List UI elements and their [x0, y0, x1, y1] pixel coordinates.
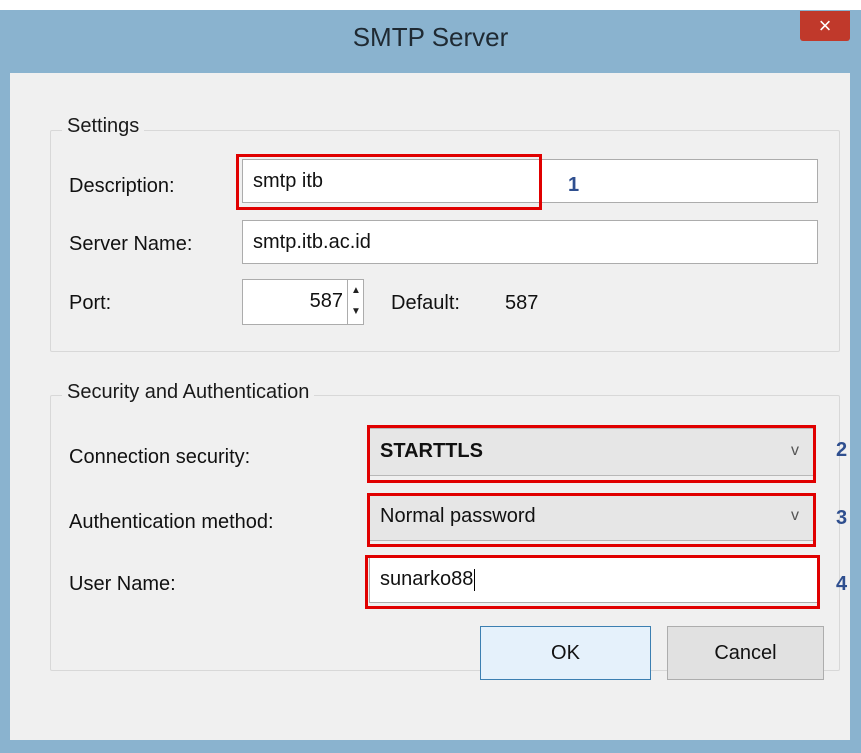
window-title: SMTP Server: [352, 22, 509, 52]
default-port-label: Default:: [391, 292, 460, 314]
description-label: Description:: [69, 175, 175, 197]
highlight-box-2: [367, 425, 816, 483]
port-label: Port:: [69, 292, 112, 314]
port-value: 587: [309, 290, 343, 312]
top-edge: [0, 0, 861, 10]
spin-down-icon[interactable]: ▼: [348, 301, 364, 322]
ok-button[interactable]: OK: [480, 626, 651, 680]
cancel-button[interactable]: Cancel: [667, 626, 824, 680]
port-input[interactable]: 587: [242, 279, 364, 325]
annotation-number-4: 4: [836, 573, 848, 595]
default-port-value: 587: [505, 292, 539, 314]
auth-method-label: Authentication method:: [69, 511, 274, 533]
server-name-label: Server Name:: [69, 233, 193, 255]
highlight-box-4: [365, 555, 820, 609]
settings-group-title: Settings: [62, 115, 145, 138]
connection-security-label: Connection security:: [69, 446, 251, 468]
annotation-number-2: 2: [836, 439, 848, 461]
highlight-box-3: [367, 493, 816, 547]
annotation-number-1: 1: [568, 174, 580, 196]
highlight-box-1: [236, 154, 542, 210]
spin-up-icon[interactable]: ▲: [348, 280, 364, 301]
username-label: User Name:: [69, 573, 176, 595]
port-stepper[interactable]: ▲ ▼: [347, 280, 364, 324]
security-group-title: Security and Authentication: [62, 381, 315, 404]
server-name-input[interactable]: smtp.itb.ac.id: [242, 220, 818, 264]
close-button[interactable]: ×: [800, 11, 850, 41]
annotation-number-3: 3: [836, 507, 848, 529]
